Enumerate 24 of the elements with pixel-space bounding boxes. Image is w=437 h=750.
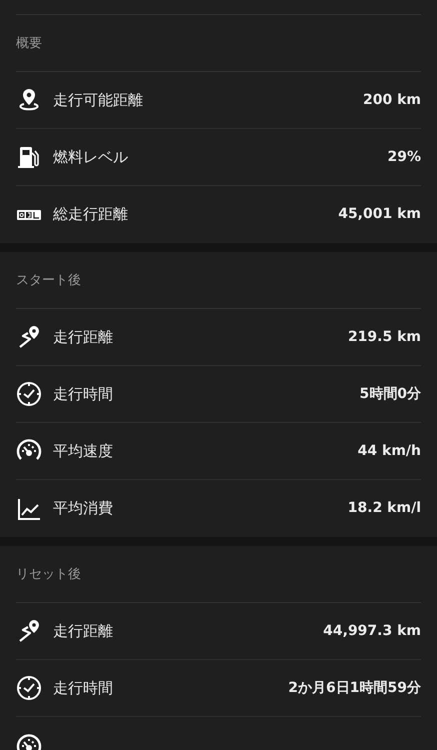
stat-value: 5時間0分 (360, 384, 421, 404)
section-header: リセット後 (16, 546, 421, 603)
stat-value: 29% (387, 148, 421, 166)
fuel-pump-icon (16, 144, 42, 170)
stat-value: 44,997.3 km (323, 622, 421, 640)
clock-icon (16, 675, 42, 701)
stat-label: 走行時間 (53, 384, 113, 405)
stat-label: 燃料レベル (53, 146, 128, 168)
stat-label: 走行距離 (53, 620, 113, 642)
stat-value: 44 km/h (358, 442, 421, 460)
stat-label: 平均速度 (53, 440, 113, 462)
stat-label: 走行距離 (53, 326, 113, 348)
section-header: スタート後 (16, 252, 421, 309)
stat-value: 219.5 km (348, 328, 421, 346)
stat-value: 200 km (363, 90, 421, 110)
stat-value: 18.2 km/l (348, 499, 421, 518)
stat-label: 走行時間 (53, 678, 113, 699)
stat-value: 45,001 km (338, 205, 421, 224)
stat-label: 走行可能距離 (53, 90, 143, 111)
stat-label: 総走行距離 (53, 204, 128, 226)
section-header: 概要 (16, 15, 421, 72)
stat-label: 平均消費 (53, 498, 113, 520)
clock-icon (16, 381, 42, 407)
stat-value: 2か月6日1時間59分 (288, 678, 421, 698)
